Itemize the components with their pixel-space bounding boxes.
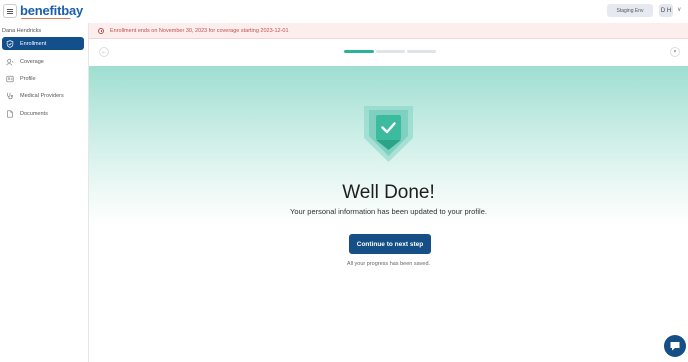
close-button[interactable]: × xyxy=(670,47,680,57)
environment-badge: Staging Env xyxy=(607,4,653,17)
sidebar-item-label: Medical Providers xyxy=(20,92,64,99)
alert-clock-icon xyxy=(98,27,104,34)
close-icon: × xyxy=(673,49,677,55)
sidebar-item-label: Enrollment xyxy=(20,40,47,47)
progress-segment-pending xyxy=(376,50,405,53)
back-button[interactable]: ← xyxy=(99,47,109,57)
sidebar-item-label: Coverage xyxy=(20,58,44,65)
arrow-left-icon: ← xyxy=(101,49,107,55)
top-header: benefitbay Staging Env D H ∨ xyxy=(0,0,688,23)
success-title: Well Done! xyxy=(342,182,435,203)
sidebar-user-name: Dana Hendricks xyxy=(2,28,42,34)
coverage-icon xyxy=(6,58,14,66)
shield-check-icon xyxy=(6,39,14,48)
chevron-down-icon[interactable]: ∨ xyxy=(677,6,681,13)
sidebar-item-coverage[interactable]: Coverage xyxy=(2,55,84,68)
continue-button[interactable]: Continue to next step xyxy=(349,234,431,254)
logo-swoosh xyxy=(20,17,72,19)
sidebar-item-label: Documents xyxy=(20,110,48,117)
hamburger-menu-button[interactable] xyxy=(3,4,17,18)
progress-segment-complete xyxy=(344,50,374,53)
sidebar-item-documents[interactable]: Documents xyxy=(2,107,84,120)
sidebar-item-label: Profile xyxy=(20,75,36,82)
sidebar-item-enrollment[interactable]: Enrollment xyxy=(2,37,84,50)
sidebar: Dana Hendricks Enrollment Coverage Profi… xyxy=(0,23,89,362)
brand-logo[interactable]: benefitbay xyxy=(20,3,83,18)
stethoscope-icon xyxy=(6,92,14,100)
alert-text: Enrollment ends on November 30, 2023 for… xyxy=(110,27,289,34)
progress-segment-pending xyxy=(407,50,436,53)
document-icon xyxy=(6,109,14,118)
enrollment-deadline-alert: Enrollment ends on November 30, 2023 for… xyxy=(89,23,688,39)
success-panel: Well Done! Your personal information has… xyxy=(89,66,688,362)
menu-icon xyxy=(7,10,13,12)
sidebar-item-profile[interactable]: Profile xyxy=(2,72,84,85)
sidebar-item-medical-providers[interactable]: Medical Providers xyxy=(2,89,84,102)
chat-launcher-button[interactable] xyxy=(664,335,686,357)
chat-bubble-icon xyxy=(670,342,680,351)
success-subtitle: Your personal information has been updat… xyxy=(290,207,487,216)
profile-card-icon xyxy=(6,75,14,83)
success-shield-icon xyxy=(361,104,416,164)
user-avatar-button[interactable]: D H xyxy=(659,4,673,17)
progress-stepper: ← × xyxy=(89,39,688,66)
progress-saved-note: All your progress has been saved. xyxy=(346,261,431,267)
